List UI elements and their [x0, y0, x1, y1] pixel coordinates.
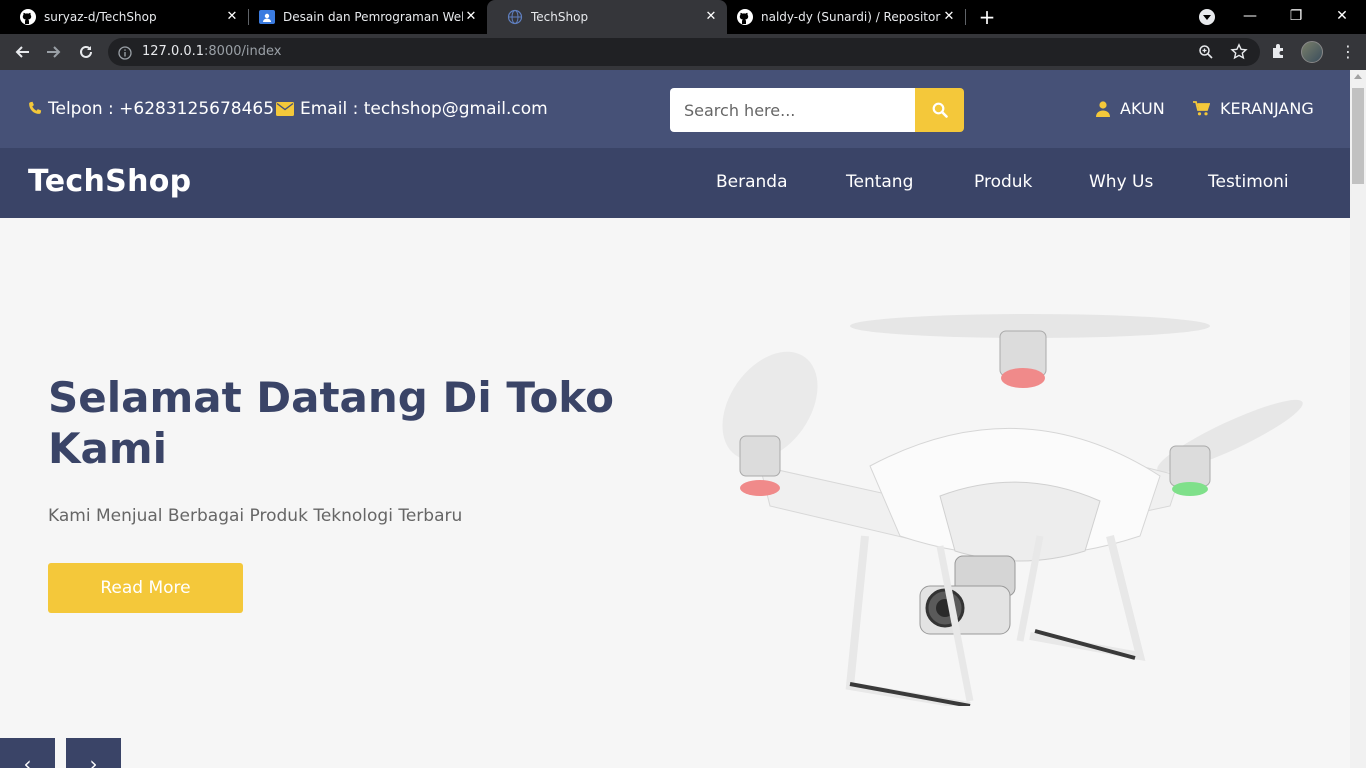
tab-separator: [965, 9, 966, 25]
reload-icon[interactable]: [74, 40, 98, 64]
browser-tabstrip: suryaz-d/TechShop ✕ Desain dan Pemrogram…: [0, 0, 1366, 34]
classroom-icon: [259, 9, 275, 25]
new-tab-button[interactable]: +: [976, 6, 998, 28]
github-icon: [20, 9, 36, 25]
globe-icon: [507, 9, 523, 25]
browser-tab[interactable]: Desain dan Pemrograman Web 2 ✕: [239, 0, 487, 34]
nav-link-why-us[interactable]: Why Us: [1089, 172, 1153, 192]
envelope-icon: [276, 102, 294, 116]
cart-icon: [1193, 101, 1210, 116]
tab-search-icon[interactable]: [1199, 9, 1215, 25]
url-text: 127.0.0.1:8000/index: [142, 44, 281, 59]
browser-tab[interactable]: naldy-dy (Sunardi) / Repositories ✕: [717, 0, 965, 34]
forward-icon[interactable]: [42, 40, 66, 64]
search-form: [670, 88, 964, 132]
back-icon[interactable]: [10, 40, 34, 64]
tab-title: TechShop: [531, 10, 589, 24]
brand-logo[interactable]: TechShop: [28, 164, 191, 199]
nav-link-produk[interactable]: Produk: [974, 172, 1032, 192]
bookmark-star-icon[interactable]: [1230, 43, 1248, 65]
tab-title: suryaz-d/TechShop: [44, 10, 157, 24]
url-host: 127.0.0.1: [142, 44, 205, 59]
minimize-button[interactable]: —: [1227, 0, 1273, 34]
hero-subtitle: Kami Menjual Berbagai Produk Teknologi T…: [48, 506, 463, 526]
tab-close-icon[interactable]: ✕: [463, 9, 479, 25]
drone-image: [722, 314, 1303, 706]
nav-link-tentang[interactable]: Tentang: [846, 172, 913, 192]
carousel-next-button[interactable]: ›: [66, 738, 121, 768]
zoom-icon[interactable]: [1198, 44, 1214, 64]
carousel-prev-button[interactable]: ‹: [0, 738, 55, 768]
page-scrollbar[interactable]: [1350, 70, 1366, 768]
top-contact-bar: Telpon : +6283125678465 Email : techshop…: [0, 70, 1350, 148]
browser-toolbar: 127.0.0.1:8000/index ⋮: [0, 34, 1366, 70]
user-icon: [1096, 100, 1110, 117]
email-contact: Email : techshop@gmail.com: [276, 99, 548, 119]
hero-slider: Selamat Datang Di Toko Kami Kami Menjual…: [0, 218, 1350, 768]
scroll-up-arrow-icon[interactable]: [1354, 74, 1362, 79]
tab-close-icon[interactable]: ✕: [224, 9, 240, 25]
extensions-icon[interactable]: [1270, 42, 1288, 64]
web-page: Telpon : +6283125678465 Email : techshop…: [0, 70, 1350, 768]
phone-text: Telpon : +6283125678465: [48, 99, 275, 119]
tab-title: Desain dan Pemrograman Web 2: [283, 10, 463, 24]
restore-button[interactable]: ❐: [1273, 0, 1319, 34]
account-link[interactable]: AKUN: [1096, 99, 1165, 118]
search-button[interactable]: [915, 88, 964, 132]
hero-title: Selamat Datang Di Toko Kami: [48, 373, 614, 473]
email-text: Email : techshop@gmail.com: [300, 99, 548, 119]
github-icon: [737, 9, 753, 25]
address-bar[interactable]: 127.0.0.1:8000/index: [108, 38, 1260, 66]
browser-tab-active[interactable]: TechShop ✕: [487, 0, 727, 34]
phone-contact: Telpon : +6283125678465: [27, 99, 274, 119]
browser-menu-icon[interactable]: ⋮: [1338, 40, 1358, 64]
nav-link-beranda[interactable]: Beranda: [716, 172, 788, 192]
read-more-button[interactable]: Read More: [48, 563, 243, 613]
cart-label: KERANJANG: [1220, 99, 1314, 118]
tab-close-icon[interactable]: ✕: [941, 9, 957, 25]
url-path: :8000/index: [204, 44, 282, 59]
phone-icon: [29, 101, 42, 114]
browser-tab[interactable]: suryaz-d/TechShop ✕: [0, 0, 248, 34]
nav-link-testimoni[interactable]: Testimoni: [1208, 172, 1289, 192]
profile-avatar[interactable]: [1301, 41, 1323, 63]
tab-title: naldy-dy (Sunardi) / Repositories: [761, 10, 941, 24]
cart-link[interactable]: KERANJANG: [1193, 99, 1314, 118]
chevron-right-icon: ›: [89, 752, 98, 768]
main-navbar: TechShop Beranda Tentang Produk Why Us T…: [0, 148, 1350, 218]
scrollbar-thumb[interactable]: [1352, 88, 1364, 184]
close-window-button[interactable]: ✕: [1319, 0, 1365, 34]
account-label: AKUN: [1120, 99, 1165, 118]
search-input[interactable]: [670, 88, 915, 132]
search-icon: [932, 102, 948, 118]
chevron-left-icon: ‹: [23, 752, 32, 768]
site-info-icon[interactable]: [118, 45, 132, 64]
